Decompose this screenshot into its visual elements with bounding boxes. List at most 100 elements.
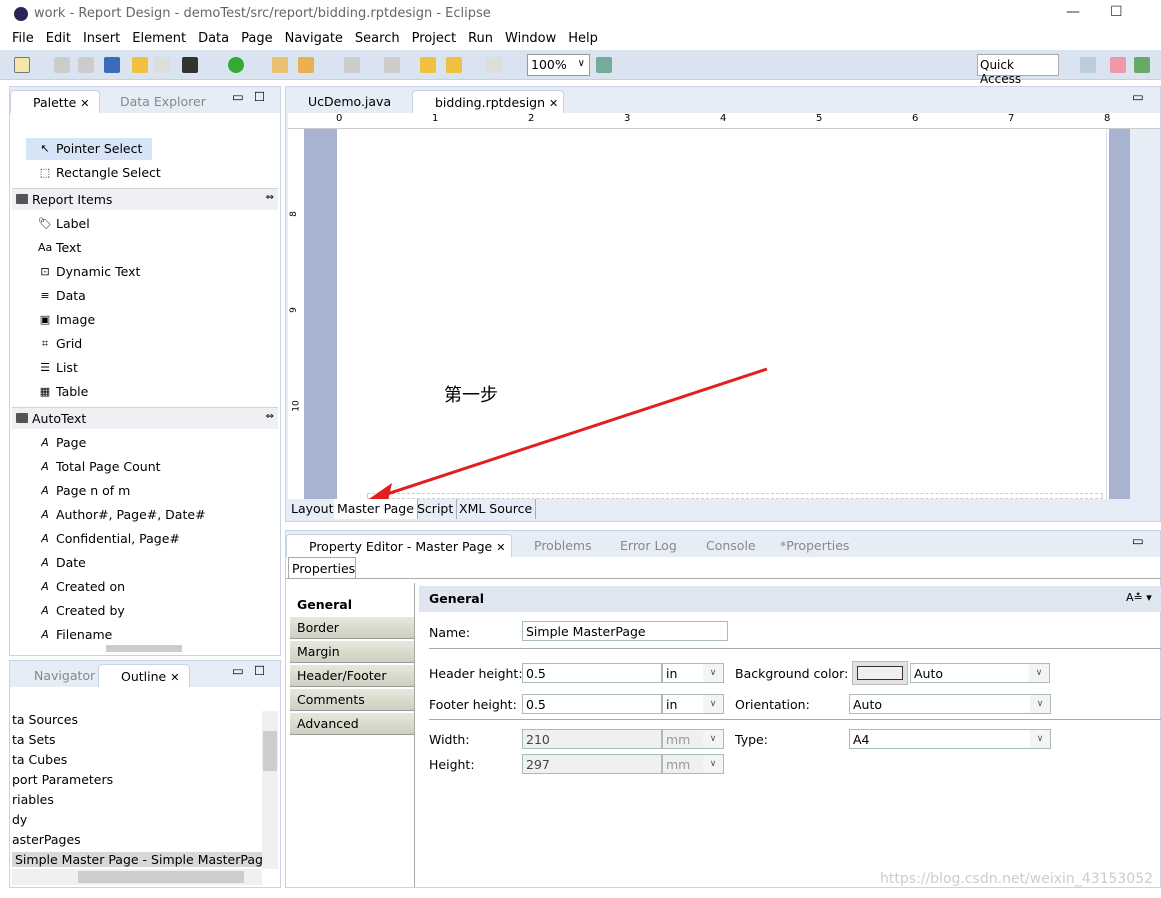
category-header-footer[interactable]: Header/Footer [290,665,414,687]
tool-pointer-select[interactable]: ↖ Pointer Select [26,138,152,160]
vertical-scrollbar[interactable] [262,711,278,869]
maximize-icon[interactable]: ☐ [254,663,265,678]
palette-item[interactable]: A Date [26,552,86,574]
tab-console[interactable]: Console [686,534,762,557]
menu-data[interactable]: Data [192,28,235,50]
category-border[interactable]: Border [290,617,414,639]
minimize-icon[interactable]: ▭ [232,663,244,678]
palette-item[interactable]: ≡ Data [26,285,85,307]
zoom-fit-icon[interactable] [596,57,612,73]
collapse-icon[interactable]: ⇔ [266,411,274,422]
palette-item[interactable]: A Page [26,432,86,454]
outline-item[interactable]: ta Sources [12,712,78,727]
quick-access-field[interactable]: Quick Access [977,54,1059,86]
category-advanced[interactable]: Advanced [290,713,414,735]
palette-item[interactable]: 🏷 Label [26,213,90,235]
palette-item[interactable]: A Total Page Count [26,456,160,478]
open-folder-icon[interactable] [272,57,288,73]
palette-item[interactable]: A Filename [26,624,112,646]
horizontal-scrollbar[interactable] [12,869,262,885]
palette-item[interactable]: ⊡ Dynamic Text [26,261,140,283]
category-general[interactable]: General [290,593,414,617]
palette-item[interactable]: ☰ List [26,357,78,379]
outline-item[interactable]: ta Cubes [12,752,67,767]
palette-item[interactable]: ⌗ Grid [26,333,82,355]
outline-item[interactable]: Simple Master Page - Simple MasterPage [12,852,271,867]
tab-navigator[interactable]: Navigator [14,664,101,687]
run-report-icon[interactable] [182,57,198,73]
palette-item[interactable]: Aa Text [26,237,81,259]
tab-property-editor[interactable]: Property Editor - Master Page ✕ [286,534,513,557]
close-icon[interactable]: ✕ [496,541,505,554]
new-icon[interactable] [14,57,30,73]
width-input[interactable]: 210 [522,729,662,749]
menu-page[interactable]: Page [235,28,278,50]
palette-item[interactable]: A Created on [26,576,125,598]
header-unit-select[interactable]: in ∨ [662,663,724,683]
minimize-icon[interactable]: ▭ [1132,533,1144,548]
outline-item[interactable]: port Parameters [12,772,113,787]
editor-tab[interactable]: Master Page [334,499,418,519]
menu-run[interactable]: Run [462,28,499,50]
zoom-select[interactable]: 100% ∨ [527,54,590,76]
menu-search[interactable]: Search [349,28,406,50]
tab-error-log[interactable]: Error Log [600,534,683,557]
debug-icon[interactable] [228,57,244,73]
tab-data-explorer[interactable]: Data Explorer [102,90,212,113]
tab-properties[interactable]: *Properties [760,534,855,557]
drawer-autotext[interactable]: AutoText ⇔ [12,407,278,429]
next-annotation-icon[interactable] [344,57,360,73]
save-all-icon[interactable] [78,57,94,73]
forward-icon[interactable] [486,57,502,73]
menu-insert[interactable]: Insert [77,28,126,50]
outline-item[interactable]: ta Sets [12,732,56,747]
close-icon[interactable]: ✕ [170,671,179,684]
maximize-icon[interactable]: ☐ [254,89,265,104]
undo-icon[interactable] [132,57,148,73]
palette-item[interactable]: A Author#, Page#, Date# [26,504,205,526]
menu-edit[interactable]: Edit [40,28,77,50]
name-input[interactable]: Simple MasterPage [522,621,728,641]
palette-item[interactable]: ▦ Table [26,381,89,403]
maximize-button[interactable]: ☐ [1110,4,1123,20]
orientation-select[interactable]: Auto ∨ [849,694,1051,714]
width-unit-select[interactable]: mm ∨ [662,729,724,749]
header-height-input[interactable]: 0.5 [522,663,662,683]
height-input[interactable]: 297 [522,754,662,774]
menu-project[interactable]: Project [406,28,462,50]
sort-menu-icon[interactable]: A≛ ▾ [1126,591,1152,604]
subtab-properties[interactable]: Properties [288,557,356,579]
palette-item[interactable]: A Page n of m [26,480,130,502]
outline-item[interactable]: dy [12,812,27,827]
menu-window[interactable]: Window [499,28,562,50]
editor-tab[interactable]: Layout [288,499,338,519]
scroll-thumb[interactable] [263,731,277,771]
perspective-report-icon[interactable] [1110,57,1126,73]
drawer-report-items[interactable]: Report Items ⇔ [12,188,278,210]
minimize-icon[interactable]: ▭ [232,89,244,104]
menu-file[interactable]: File [6,28,40,50]
menu-navigate[interactable]: Navigate [279,28,349,50]
tab-outline[interactable]: Outline ✕ [98,664,190,687]
category-comments[interactable]: Comments [290,689,414,711]
footer-height-input[interactable]: 0.5 [522,694,662,714]
perspective-debug-icon[interactable] [1134,57,1150,73]
outline-item[interactable]: asterPages [12,832,81,847]
scroll-thumb[interactable] [78,871,244,883]
palette-item[interactable]: A Confidential, Page# [26,528,180,550]
scroll-down-handle[interactable] [106,645,182,652]
redo-icon[interactable] [154,57,170,73]
editor-tab[interactable]: Script [414,499,458,519]
save-icon[interactable] [54,57,70,73]
back-icon[interactable] [446,57,462,73]
category-margin[interactable]: Margin [290,641,414,663]
editor-tab[interactable]: XML Source [456,499,537,519]
last-edit-icon[interactable] [420,57,436,73]
tab-palette[interactable]: Palette ✕ [10,90,100,113]
preview-icon[interactable] [104,57,120,73]
type-select[interactable]: A4 ∨ [849,729,1051,749]
palette-item[interactable]: A Created by [26,600,125,622]
close-icon[interactable]: ✕ [80,97,89,110]
tab-problems[interactable]: Problems [514,534,598,557]
footer-unit-select[interactable]: in ∨ [662,694,724,714]
